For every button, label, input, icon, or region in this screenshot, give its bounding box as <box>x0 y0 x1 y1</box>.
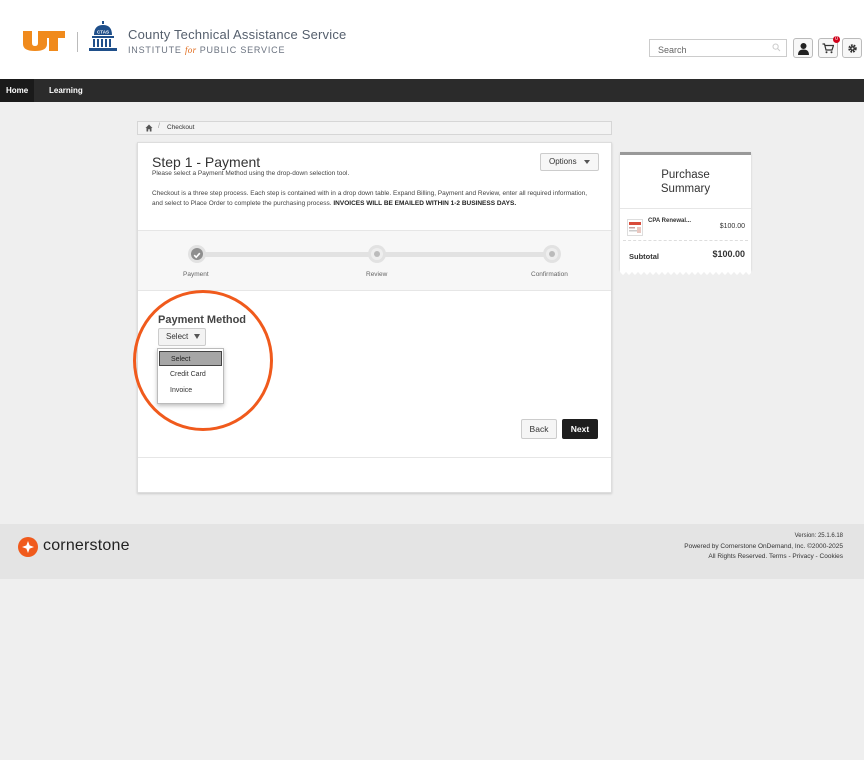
org-subtitle: INSTITUTE for PUBLIC SERVICE <box>128 45 285 55</box>
cornerstone-logo-icon[interactable] <box>18 537 38 557</box>
footer-privacy-link[interactable]: Privacy <box>792 553 813 560</box>
cart-count-badge: 0 <box>833 36 840 43</box>
progress-node-inner <box>191 248 203 260</box>
step-description: Checkout is a three step process. Each s… <box>152 189 592 209</box>
summary-divider <box>620 208 751 209</box>
options-label: Options <box>549 157 577 166</box>
site-header: CTAS County Technical Assistance Service… <box>0 0 864 79</box>
subtotal-label: Subtotal <box>629 252 659 261</box>
nav-home[interactable]: Home <box>0 79 35 102</box>
summary-title-line2: Summary <box>660 183 711 195</box>
logo-divider <box>77 32 78 52</box>
breadcrumb-separator: / <box>158 123 160 130</box>
org-sub-pre: INSTITUTE <box>128 45 185 55</box>
cornerstone-brand[interactable]: cornerstone <box>43 537 130 555</box>
payment-method-dropdown: Select Credit Card Invoice <box>157 348 224 404</box>
progress-dot <box>549 251 555 257</box>
org-sub-post: PUBLIC SERVICE <box>196 45 286 55</box>
dropdown-option-credit-card[interactable]: Credit Card <box>159 367 222 382</box>
footer-rights: All Rights Reserved. Terms - Privacy - C… <box>708 553 843 560</box>
footer-cookies-link[interactable]: Cookies <box>820 553 843 560</box>
dropdown-option-select[interactable]: Select <box>159 351 222 366</box>
checkout-card: Step 1 - Payment Please select a Payment… <box>137 142 612 493</box>
search-icon[interactable] <box>772 43 781 52</box>
footer-terms-link[interactable]: Terms <box>769 553 787 560</box>
payment-method-select-value: Select <box>166 332 189 341</box>
next-button[interactable]: Next <box>562 419 598 439</box>
gear-icon <box>847 43 857 53</box>
breadcrumb: / Checkout <box>137 121 612 135</box>
summary-dashed-divider <box>623 240 748 241</box>
summary-item-price: $100.00 <box>719 223 745 230</box>
summary-item-name[interactable]: CPA Renewal... <box>648 218 691 224</box>
progress-dot <box>374 251 380 257</box>
home-icon[interactable] <box>145 124 153 132</box>
invoice-notice: INVOICES WILL BE EMAILED WITHIN 1-2 BUSI… <box>333 200 517 207</box>
user-profile-button[interactable] <box>793 38 813 58</box>
user-icon <box>797 42 809 55</box>
settings-button[interactable] <box>842 38 862 58</box>
back-button[interactable]: Back <box>521 419 557 439</box>
nav-learning[interactable]: Learning <box>43 79 89 102</box>
course-thumbnail-icon <box>627 219 643 236</box>
cart-icon <box>822 42 834 53</box>
search-input[interactable] <box>650 42 768 58</box>
summary-title-line1: Purchase <box>661 169 710 181</box>
main-nav: Home Learning <box>0 79 864 102</box>
card-divider <box>138 457 611 458</box>
options-button[interactable]: Options <box>540 153 599 171</box>
org-title: County Technical Assistance Service <box>128 27 347 42</box>
search-box <box>649 39 787 58</box>
step-subtitle: Please select a Payment Method using the… <box>152 170 350 177</box>
progress-step-payment <box>188 245 206 263</box>
footer-version: Version: 25.1.6.18 <box>794 533 843 539</box>
progress-step-confirmation <box>543 245 561 263</box>
org-sub-for: for <box>185 45 197 55</box>
payment-method-select[interactable]: Select <box>158 328 206 346</box>
payment-method-label: Payment Method <box>158 314 247 326</box>
caret-down-icon <box>194 334 200 339</box>
summary-title: Purchase Summary <box>620 168 751 196</box>
progress-label-payment: Payment <box>183 271 209 278</box>
dropdown-option-invoice[interactable]: Invoice <box>159 383 222 398</box>
footer-rights-text: All Rights Reserved. <box>708 553 768 560</box>
breadcrumb-checkout: Checkout <box>167 124 195 131</box>
purchase-summary: Purchase Summary CPA Renewal... $100.00 S… <box>620 152 751 270</box>
caret-down-icon <box>584 160 590 164</box>
receipt-zigzag-edge <box>620 269 751 275</box>
cart-button[interactable]: 0 <box>818 36 840 58</box>
ctas-badge-text: CTAS <box>97 30 109 35</box>
page-title: Step 1 - Payment <box>152 154 261 170</box>
check-icon <box>193 252 201 259</box>
site-footer: cornerstone Version: 25.1.6.18 Powered b… <box>0 524 864 579</box>
progress-label-confirmation: Confirmation <box>531 271 568 278</box>
ctas-capitol-logo[interactable]: CTAS <box>88 21 118 53</box>
progress-label-review: Review <box>366 271 388 278</box>
subtotal-value: $100.00 <box>712 249 745 259</box>
progress-step-review <box>368 245 386 263</box>
footer-powered-by: Powered by Cornerstone OnDemand, Inc. ©2… <box>684 543 843 550</box>
ut-logo[interactable] <box>22 30 66 52</box>
checkout-progress: Payment Review Confirmation <box>138 230 611 291</box>
